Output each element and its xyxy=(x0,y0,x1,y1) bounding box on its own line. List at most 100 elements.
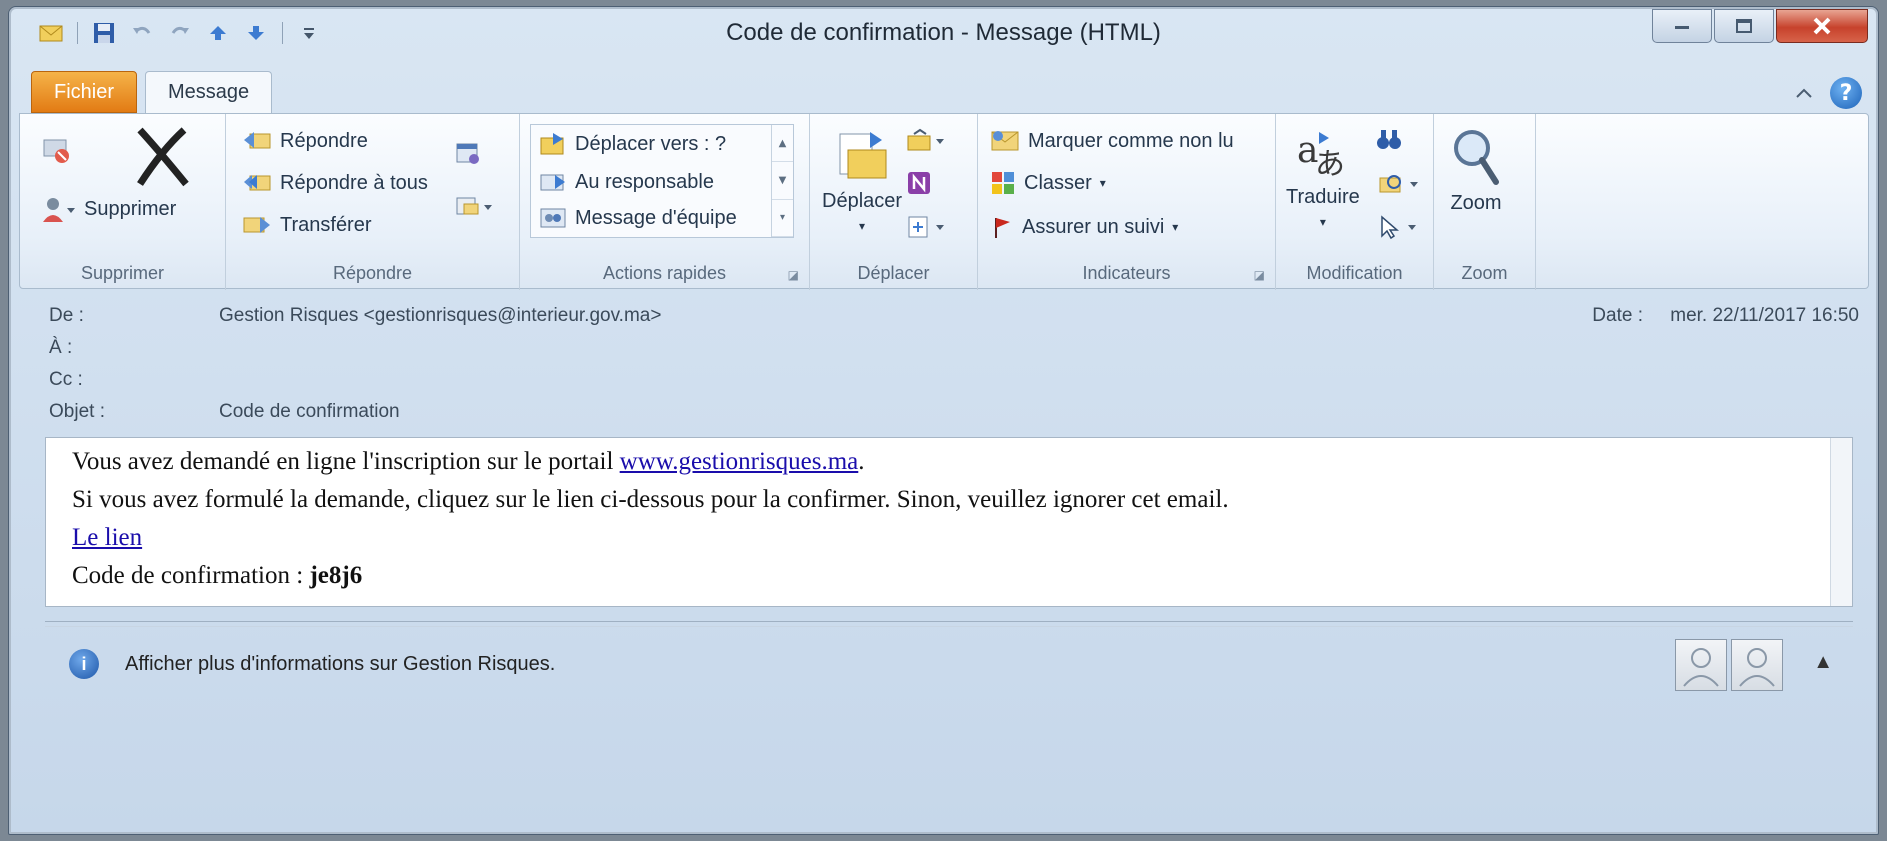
group-tags: Marquer comme non lu Classer ▾ Assurer u… xyxy=(978,114,1276,290)
svg-text:あ: あ xyxy=(1315,147,1345,180)
group-move: Déplacer ▾ Déplacer xyxy=(810,114,978,290)
move-folder-icon xyxy=(539,131,567,157)
gallery-up-icon[interactable]: ▲ xyxy=(772,125,793,163)
onenote-button[interactable] xyxy=(906,170,932,196)
people-pane-divider[interactable] xyxy=(45,621,1853,627)
cc-label: Cc : xyxy=(49,369,83,390)
body-line-4: Code de confirmation : je8j6 xyxy=(72,562,362,590)
ribbon: Supprimer Supprimer Répondre Répondre à … xyxy=(19,113,1869,290)
body-line-1: Vous avez demandé en ligne l'inscription… xyxy=(72,448,865,476)
to-manager-icon xyxy=(539,169,567,195)
portal-link[interactable]: www.gestionrisques.ma xyxy=(620,448,859,475)
translate-dropdown-icon: ▾ xyxy=(1319,215,1326,229)
move-button[interactable]: Déplacer ▾ xyxy=(822,128,902,233)
chevron-up-icon[interactable]: ▲ xyxy=(1813,651,1833,674)
confirmation-link[interactable]: Le lien xyxy=(72,524,142,551)
follow-up-label: Assurer un suivi xyxy=(1022,215,1165,238)
date-label: Date : xyxy=(1592,305,1643,326)
window-controls xyxy=(1652,9,1868,43)
translate-label: Traduire xyxy=(1286,186,1360,208)
body-line-3: Le lien xyxy=(72,524,142,552)
help-icon[interactable]: ? xyxy=(1830,77,1862,109)
title-bar: Code de confirmation - Message (HTML) xyxy=(9,7,1878,59)
subject-label: Objet : xyxy=(49,401,105,422)
ribbon-right-controls: ? xyxy=(1794,77,1862,109)
flag-icon xyxy=(990,214,1014,240)
follow-up-button[interactable]: Assurer un suivi ▾ xyxy=(990,214,1178,240)
ribbon-tabs: Fichier Message xyxy=(31,71,273,113)
forward-button[interactable]: Transférer xyxy=(242,212,372,238)
quick-step-to-manager[interactable]: Au responsable xyxy=(539,169,714,195)
quick-steps-gallery: Déplacer vers : ? Au responsable Message… xyxy=(530,124,794,238)
actions-icon xyxy=(906,214,946,240)
team-email-icon xyxy=(539,205,567,231)
meeting-icon xyxy=(454,140,482,166)
minimize-button[interactable] xyxy=(1652,9,1712,43)
more-info-link[interactable]: Afficher plus d'informations sur Gestion… xyxy=(125,653,555,676)
categorize-button[interactable]: Classer ▾ xyxy=(990,170,1106,196)
dialog-launcher-icon[interactable]: ◪ xyxy=(1254,268,1265,282)
find-button[interactable] xyxy=(1376,128,1402,152)
dialog-launcher-icon[interactable]: ◪ xyxy=(788,268,799,282)
delete-icon-button[interactable] xyxy=(130,124,194,188)
message-body: Vous avez demandé en ligne l'inscription… xyxy=(45,437,1853,607)
zoom-button[interactable]: Zoom xyxy=(1450,126,1502,215)
translate-icon: aあ xyxy=(1295,128,1351,180)
from-value[interactable]: Gestion Risques <gestionrisques@interieu… xyxy=(219,305,661,327)
date-value: mer. 22/11/2017 16:50 xyxy=(1670,305,1859,326)
avatar[interactable] xyxy=(1675,639,1727,691)
group-label-zoom: Zoom xyxy=(1461,263,1508,283)
body-text: Vous avez demandé en ligne l'inscription… xyxy=(72,448,620,475)
delete-icon xyxy=(130,124,194,188)
actions-button[interactable] xyxy=(906,214,946,240)
categorize-icon xyxy=(990,170,1016,196)
mark-unread-button[interactable]: Marquer comme non lu xyxy=(990,128,1234,154)
message-header: De : Gestion Risques <gestionrisques@int… xyxy=(19,295,1869,435)
group-label-tags: Indicateurs xyxy=(1082,263,1171,283)
move-icon xyxy=(834,128,890,184)
translate-button[interactable]: aあ Traduire ▾ xyxy=(1286,128,1360,229)
reply-all-label: Répondre à tous xyxy=(280,171,428,194)
body-text: . xyxy=(858,448,865,475)
related-button[interactable] xyxy=(1376,170,1420,198)
forward-label: Transférer xyxy=(280,213,372,236)
ignore-button[interactable] xyxy=(40,132,74,166)
gallery-more-icon[interactable]: ▾ xyxy=(772,200,793,237)
follow-up-dropdown-icon: ▾ xyxy=(1172,220,1179,234)
minimize-ribbon-icon[interactable] xyxy=(1794,86,1814,100)
quick-step-label: Déplacer vers : ? xyxy=(575,132,727,155)
group-label-delete: Supprimer xyxy=(80,263,165,283)
rules-button[interactable] xyxy=(906,128,946,154)
tab-message[interactable]: Message xyxy=(145,71,273,113)
group-delete: Supprimer Supprimer xyxy=(20,114,226,290)
avatar[interactable] xyxy=(1731,639,1783,691)
quick-step-move-to[interactable]: Déplacer vers : ? xyxy=(539,131,726,157)
group-zoom: Zoom Zoom xyxy=(1434,114,1536,290)
body-scrollbar[interactable] xyxy=(1830,438,1852,606)
junk-icon xyxy=(40,194,76,224)
group-editing: aあ Traduire ▾ Modification xyxy=(1276,114,1434,290)
gallery-scrollbar[interactable]: ▲ ▼ ▾ xyxy=(771,125,793,237)
reply-button[interactable]: Répondre xyxy=(242,128,368,154)
close-button[interactable] xyxy=(1776,9,1868,43)
binoculars-icon xyxy=(1376,128,1402,152)
code-label: Code de confirmation : xyxy=(72,562,310,589)
delete-button[interactable]: Supprimer xyxy=(40,194,176,224)
gallery-down-icon[interactable]: ▼ xyxy=(772,162,793,200)
reply-all-button[interactable]: Répondre à tous xyxy=(242,170,428,196)
mark-unread-icon xyxy=(990,128,1020,154)
reply-all-icon xyxy=(242,170,272,196)
related-icon xyxy=(1376,170,1420,198)
move-dropdown-icon: ▾ xyxy=(859,219,866,233)
quick-step-team-email[interactable]: Message d'équipe xyxy=(539,205,737,231)
categorize-dropdown-icon: ▾ xyxy=(1099,176,1106,190)
more-respond-button[interactable] xyxy=(454,194,494,220)
reply-label: Répondre xyxy=(280,129,368,152)
meeting-button[interactable] xyxy=(454,140,482,166)
group-label-move: Déplacer xyxy=(857,263,930,283)
group-label-respond: Répondre xyxy=(332,263,413,283)
select-button[interactable] xyxy=(1376,214,1420,240)
tab-file[interactable]: Fichier xyxy=(31,71,138,113)
maximize-button[interactable] xyxy=(1714,9,1774,43)
reply-icon xyxy=(242,128,272,154)
